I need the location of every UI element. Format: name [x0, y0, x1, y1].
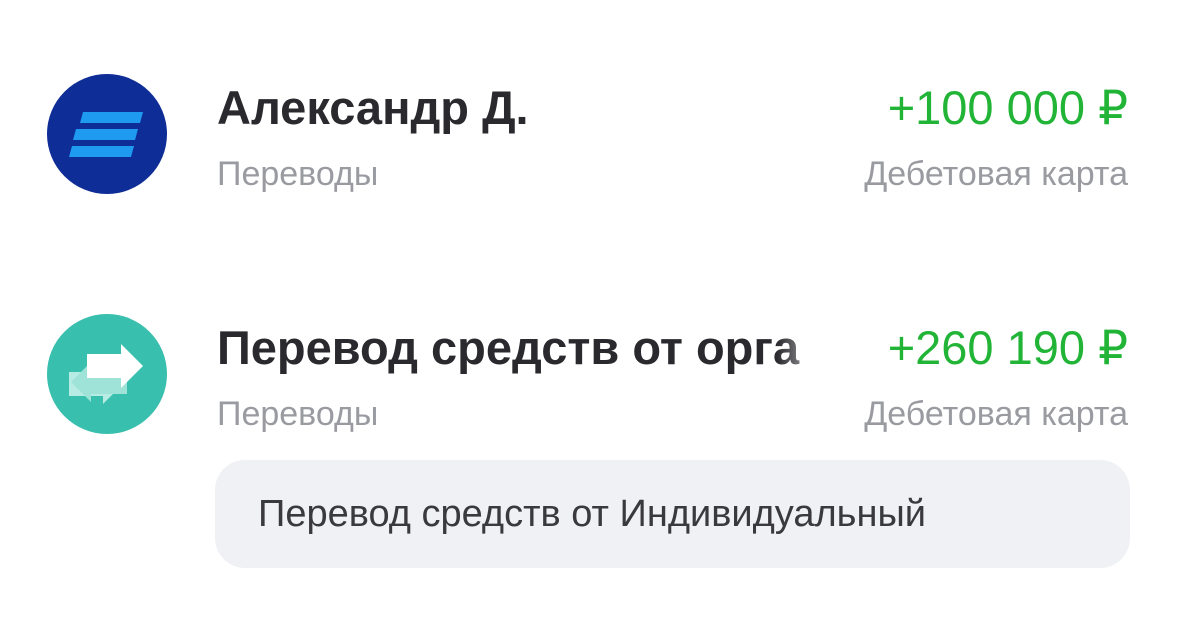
transaction-amount: +260 190 ₽: [887, 321, 1128, 374]
transaction-account: Дебетовая карта: [864, 155, 1128, 193]
transactions-list: Александр Д. +100 000 ₽ Переводы Дебетов…: [0, 0, 1178, 628]
transaction-title: Перевод средств от орга: [217, 321, 800, 374]
transaction-category: Переводы: [217, 395, 379, 433]
comment-text: Перевод средств от Индивидуальный: [258, 493, 927, 535]
transfer-arrows-icon: [47, 314, 167, 434]
transaction-item[interactable]: Перевод средств от орга +260 190 ₽ Перев…: [0, 314, 1178, 584]
transaction-amount: +100 000 ₽: [887, 81, 1128, 134]
transaction-category: Переводы: [217, 155, 379, 193]
transaction-title: Александр Д.: [217, 81, 529, 134]
transaction-comment[interactable]: Перевод средств от Индивидуальный: [215, 460, 1130, 568]
transaction-account: Дебетовая карта: [864, 395, 1128, 433]
bank-stripes-icon: [47, 74, 167, 194]
transaction-item[interactable]: Александр Д. +100 000 ₽ Переводы Дебетов…: [0, 74, 1178, 204]
